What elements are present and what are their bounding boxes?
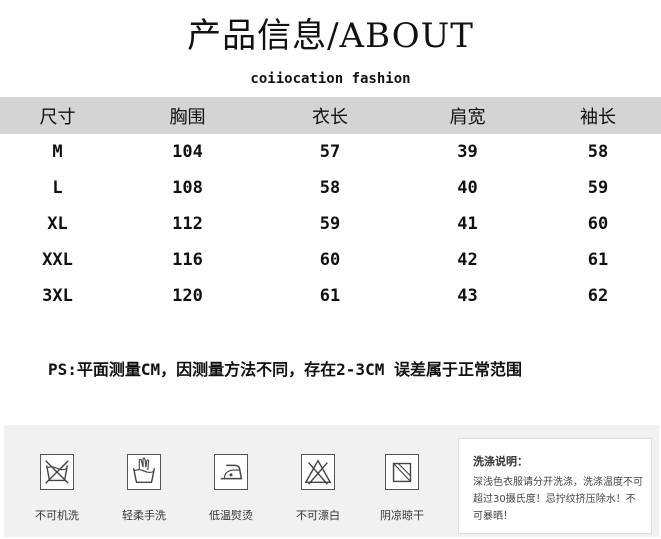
cell-chest: 108 — [172, 178, 203, 198]
cell-sleeve: 62 — [587, 286, 609, 306]
cell-shoulder: 39 — [457, 142, 478, 162]
cell-shoulder: 42 — [457, 250, 478, 270]
cell-sleeve: 61 — [587, 250, 609, 270]
cell-chest: 120 — [172, 286, 203, 306]
cell-sleeve: 60 — [587, 214, 609, 234]
washing-instructions-text: 深浅色衣服请分开洗涤，洗涤温度不可超过30摄氏度！忌拧纹挤压除水！不可暴晒！ — [473, 477, 643, 522]
cell-length: 61 — [319, 286, 341, 306]
header-chest: 胸围 — [169, 106, 206, 128]
cell-length: 60 — [319, 250, 341, 270]
cell-size: M — [52, 142, 63, 162]
low-temperature-iron-label: 低温熨烫 — [209, 509, 253, 522]
gentle-hand-wash-label: 轻柔手洗 — [122, 509, 166, 522]
page-title: 产品信息/ABOUT — [187, 16, 474, 56]
do-not-bleach-label: 不可漂白 — [296, 509, 340, 522]
table-row: 3XL 120 61 43 62 — [0, 278, 661, 314]
cell-sleeve: 59 — [587, 178, 609, 198]
cell-size: XXL — [42, 250, 73, 270]
cell-size: L — [52, 178, 63, 198]
cell-length: 59 — [319, 214, 341, 234]
low-temperature-iron-icon — [214, 454, 248, 490]
header-shoulder: 肩宽 — [449, 106, 486, 128]
no-machine-wash-label: 不可机洗 — [35, 509, 79, 522]
cell-chest: 116 — [172, 250, 203, 270]
shade-dry-label: 阴凉晾干 — [380, 509, 424, 522]
no-machine-wash-icon — [40, 454, 74, 490]
cell-chest: 112 — [172, 214, 203, 234]
header-length: 衣长 — [312, 106, 348, 128]
do-not-bleach-icon — [301, 454, 335, 490]
cell-size: 3XL — [42, 286, 73, 306]
table-row: L 108 58 40 59 — [0, 170, 661, 206]
washing-instructions-card: 洗涤说明： 深浅色衣服请分开洗涤，洗涤温度不可超过30摄氏度！忌拧纹挤压除水！不… — [458, 438, 652, 534]
measurement-note: PS:平面测量CM，因测量方法不同，存在2-3CM 误差属于正常范围 — [48, 360, 522, 379]
cell-length: 58 — [319, 178, 341, 198]
table-header-row: 尺寸 胸围 衣长 肩宽 袖长 — [0, 97, 661, 134]
table-row: XXL 116 60 42 61 — [0, 242, 661, 278]
brand-name: coiiocation fashion — [250, 71, 411, 87]
cell-size: XL — [47, 214, 68, 234]
care-instructions-panel: 不可机洗 轻柔手洗 低温熨烫 不可漂白 阴凉晾干 洗涤说明： 深浅色衣服请分开洗… — [4, 425, 659, 537]
cell-chest: 104 — [172, 142, 203, 162]
cell-sleeve: 58 — [587, 142, 609, 162]
cell-shoulder: 40 — [457, 178, 478, 198]
table-row: XL 112 59 41 60 — [0, 206, 661, 242]
gentle-hand-wash-icon — [127, 454, 161, 490]
header-size: 尺寸 — [39, 106, 76, 128]
cell-shoulder: 43 — [457, 286, 478, 306]
header-sleeve: 袖长 — [580, 106, 616, 128]
table-row: M 104 57 39 58 — [0, 134, 661, 170]
size-table: 尺寸 胸围 衣长 肩宽 袖长 M 104 57 39 58 L 108 58 4… — [0, 97, 661, 314]
cell-shoulder: 41 — [457, 214, 478, 234]
washing-instructions-title: 洗涤说明： — [473, 455, 528, 468]
shade-dry-icon — [385, 454, 419, 490]
cell-length: 57 — [319, 142, 341, 162]
